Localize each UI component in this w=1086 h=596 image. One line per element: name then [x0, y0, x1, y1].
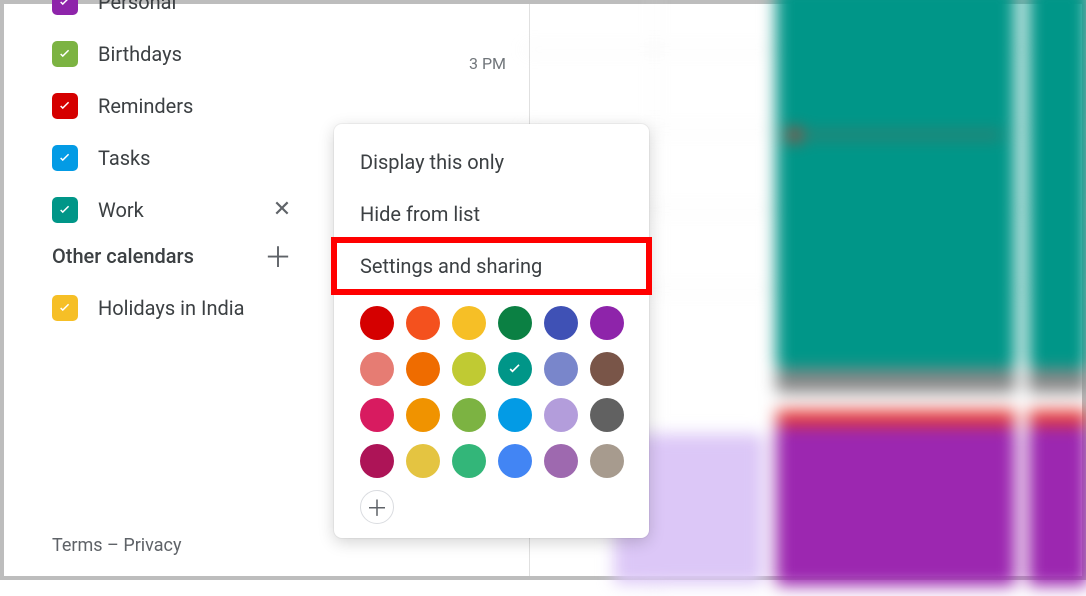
- color-swatch[interactable]: [544, 444, 578, 478]
- color-swatch[interactable]: [498, 398, 532, 432]
- color-swatch[interactable]: [360, 352, 394, 386]
- color-swatch[interactable]: [498, 306, 532, 340]
- menu-item-display-only[interactable]: Display this only: [334, 136, 649, 188]
- menu-item-hide[interactable]: Hide from list: [334, 188, 649, 240]
- calendar-label: Personal: [98, 0, 176, 14]
- now-indicator: [794, 134, 1002, 136]
- calendar-label: Holidays in India: [98, 296, 245, 320]
- color-swatch[interactable]: [360, 398, 394, 432]
- privacy-link[interactable]: Privacy: [123, 535, 181, 556]
- color-swatch[interactable]: [590, 306, 624, 340]
- checkbox-icon[interactable]: [52, 295, 78, 321]
- calendar-row-personal[interactable]: Personal: [52, 0, 324, 19]
- close-icon[interactable]: ✕: [270, 198, 294, 222]
- add-custom-color-button[interactable]: ＋: [360, 490, 394, 524]
- menu-item-settings-sharing[interactable]: Settings and sharing: [334, 240, 649, 292]
- color-swatch[interactable]: [498, 352, 532, 386]
- color-swatch[interactable]: [406, 306, 440, 340]
- color-swatch[interactable]: [590, 398, 624, 432]
- my-calendars-list: Personal Birthdays Reminders Tasks Work …: [52, 0, 324, 227]
- calendar-label: Reminders: [98, 94, 193, 118]
- color-swatch[interactable]: [406, 398, 440, 432]
- section-title: Other calendars: [52, 244, 194, 268]
- checkbox-icon[interactable]: [52, 0, 78, 15]
- color-swatch[interactable]: [452, 306, 486, 340]
- calendar-label: Birthdays: [98, 42, 182, 66]
- color-swatch[interactable]: [544, 352, 578, 386]
- checkbox-icon[interactable]: [52, 41, 78, 67]
- color-swatch[interactable]: [544, 398, 578, 432]
- checkbox-icon[interactable]: [52, 93, 78, 119]
- color-swatch[interactable]: [498, 444, 532, 478]
- checkbox-icon[interactable]: [52, 145, 78, 171]
- sidebar: Personal Birthdays Reminders Tasks Work …: [4, 4, 324, 576]
- footer-links: Terms – Privacy: [52, 535, 182, 556]
- calendar-label: Tasks: [98, 146, 151, 170]
- color-swatch[interactable]: [452, 352, 486, 386]
- color-picker-grid: [334, 292, 649, 480]
- calendar-row-work[interactable]: Work ✕: [52, 192, 324, 227]
- calendar-row-tasks[interactable]: Tasks: [52, 140, 324, 175]
- color-swatch[interactable]: [452, 444, 486, 478]
- color-swatch[interactable]: [544, 306, 578, 340]
- other-calendars-list: Holidays in India: [52, 290, 324, 325]
- calendar-context-menu: Display this only Hide from list Setting…: [334, 124, 649, 538]
- calendar-label: Work: [98, 198, 144, 222]
- color-swatch[interactable]: [406, 444, 440, 478]
- other-calendars-header[interactable]: Other calendars ＋: [52, 244, 324, 268]
- calendar-row-holidays[interactable]: Holidays in India: [52, 290, 324, 325]
- color-swatch[interactable]: [590, 444, 624, 478]
- color-swatch[interactable]: [452, 398, 486, 432]
- calendar-row-birthdays[interactable]: Birthdays: [52, 36, 324, 71]
- terms-link[interactable]: Terms: [52, 535, 103, 556]
- color-swatch[interactable]: [360, 306, 394, 340]
- plus-icon[interactable]: ＋: [266, 244, 290, 268]
- calendar-row-reminders[interactable]: Reminders: [52, 88, 324, 123]
- color-swatch[interactable]: [360, 444, 394, 478]
- checkbox-icon[interactable]: [52, 197, 78, 223]
- color-swatch[interactable]: [406, 352, 440, 386]
- color-swatch[interactable]: [590, 352, 624, 386]
- footer-sep: –: [103, 535, 124, 556]
